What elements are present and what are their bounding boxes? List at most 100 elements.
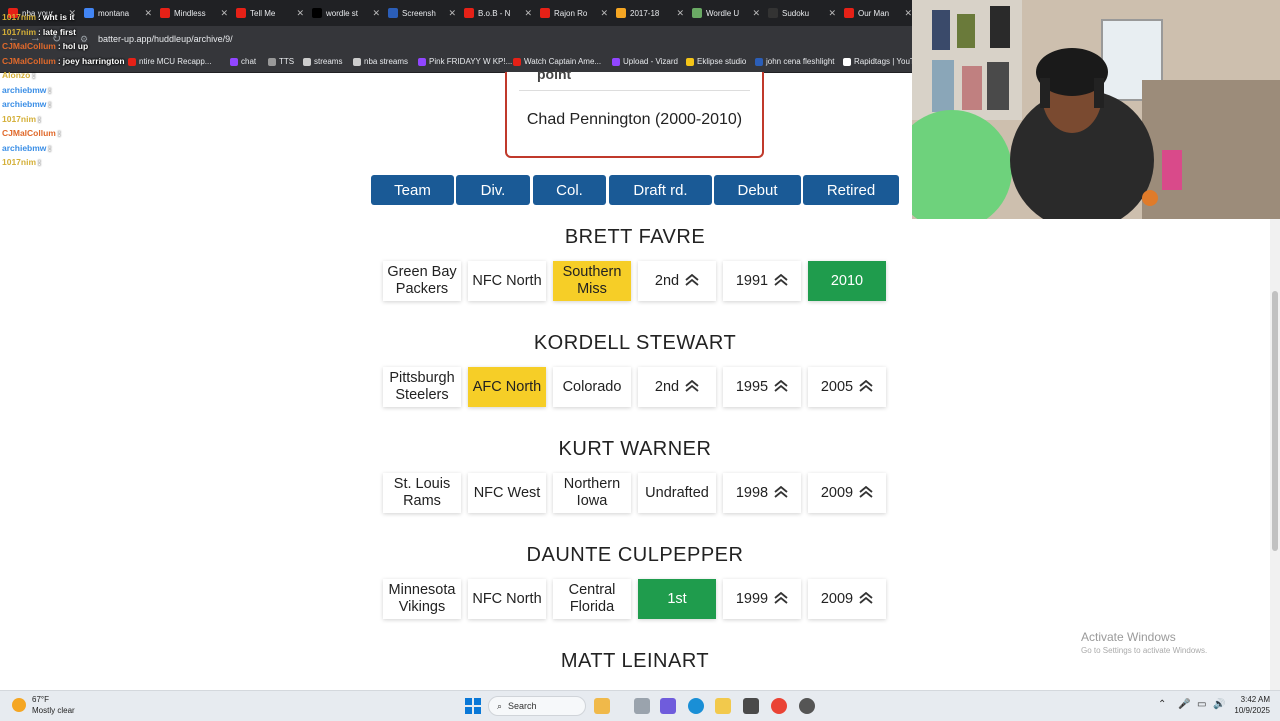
bookmark-item[interactable]: Watch Captain Ame...: [513, 57, 601, 66]
copilot-icon[interactable]: [660, 698, 676, 714]
chat-separator: :: [38, 157, 41, 167]
bookmark-icon: [230, 57, 238, 66]
activate-windows-title: Activate Windows: [1081, 630, 1176, 644]
bookmark-icon: [755, 57, 763, 66]
clock-date[interactable]: 10/9/2025: [1228, 706, 1270, 715]
windows-start-icon[interactable]: [465, 698, 481, 714]
chat-message: Alonzo:: [2, 70, 37, 80]
file-explorer-icon[interactable]: [715, 698, 731, 714]
chat-separator: :: [57, 128, 61, 138]
browser-tab[interactable]: B.o.B - N ✕: [460, 2, 536, 24]
chat-message: CJMalCollum: hol up: [2, 41, 88, 51]
bookmark-item[interactable]: Upload - Vizard: [612, 57, 678, 66]
browser-tab[interactable]: Tell Me ✕: [232, 2, 308, 24]
browser-tab[interactable]: montana ✕: [80, 2, 156, 24]
guess-cell: Undrafted: [638, 473, 716, 513]
guess-cell: 2005: [808, 367, 886, 407]
chat-username: CJMalCollum: [2, 55, 56, 66]
url-text[interactable]: batter-up.app/huddleup/archive/9/: [98, 34, 233, 44]
arrow-up-icon: [774, 379, 788, 396]
tab-favicon-icon: [312, 8, 322, 18]
guess-cell: 1998: [723, 473, 801, 513]
browser-tab[interactable]: Sudoku ✕: [764, 2, 840, 24]
bookmark-item[interactable]: Eklipse studio: [686, 57, 746, 66]
guess-cell: 2nd: [638, 261, 716, 301]
tab-close-icon[interactable]: ✕: [220, 8, 228, 19]
bookmark-label: nba streams: [364, 57, 409, 66]
chrome-icon[interactable]: [771, 698, 787, 714]
bookmark-item[interactable]: chat: [230, 57, 256, 66]
browser-tab[interactable]: Mindless ✕: [156, 2, 232, 24]
taskbar: 67°F Mostly clear ⌕ Search ⌃ 🎤 ▭ 🔊 3:42 …: [0, 690, 1280, 721]
guess-cell: 2010: [808, 261, 886, 301]
task-view-icon[interactable]: [634, 698, 650, 714]
widget-icon[interactable]: [594, 698, 610, 714]
microphone-icon[interactable]: 🎤: [1178, 699, 1190, 710]
tab-close-icon[interactable]: ✕: [372, 8, 380, 19]
guess-cell-text: 2nd: [654, 272, 680, 289]
chat-username: CJMalCollum: [2, 128, 56, 138]
scrollbar-thumb[interactable]: [1272, 291, 1278, 551]
guess-player-name: MATT LEINART: [560, 650, 710, 672]
tab-close-icon[interactable]: ✕: [676, 8, 684, 19]
browser-tab[interactable]: Screensh ✕: [384, 2, 460, 24]
bookmark-item[interactable]: Pink FRIDAYY W KP!...: [418, 57, 512, 66]
tab-close-icon[interactable]: ✕: [828, 8, 836, 19]
bookmark-item[interactable]: TTS: [268, 57, 294, 66]
browser-tab[interactable]: 2017-18 ✕: [612, 2, 688, 24]
bookmark-label: Eklipse studio: [697, 57, 747, 66]
guess-cell-text: Southern Miss: [562, 264, 622, 297]
bookmark-item[interactable]: Rapidtags | YouT: [843, 57, 915, 66]
tab-favicon-icon: [84, 8, 94, 18]
guess-player-name: DAUNTE CULPEPPER: [526, 544, 744, 566]
search-icon: ⌕: [497, 700, 503, 711]
guess-cell-text: Green Bay Packers: [387, 264, 457, 297]
tab-close-icon[interactable]: ✕: [600, 8, 608, 19]
browser-tab[interactable]: Our Man ✕: [840, 2, 916, 24]
tab-close-icon[interactable]: ✕: [752, 8, 760, 19]
tab-favicon-icon: [464, 8, 474, 18]
browser-tab[interactable]: Rajon Ro ✕: [536, 2, 612, 24]
network-icon[interactable]: ▭: [1197, 699, 1206, 710]
weather-icon[interactable]: [12, 698, 26, 712]
chat-message: CJMalCollum:: [2, 128, 63, 138]
volume-icon[interactable]: 🔊: [1213, 699, 1225, 710]
bookmark-item[interactable]: john cena fleshlight: [755, 57, 835, 66]
bookmark-item[interactable]: nba streams: [353, 57, 408, 66]
browser-tab[interactable]: wordle st ✕: [308, 2, 384, 24]
store-icon[interactable]: [743, 698, 759, 714]
browser-tab[interactable]: Wordle U ✕: [688, 2, 764, 24]
guess-cell: Central Florida: [553, 579, 631, 619]
bookmark-icon: [686, 57, 694, 66]
page-scrollbar[interactable]: [1270, 219, 1280, 690]
tab-favicon-icon: [388, 8, 398, 18]
clock-time[interactable]: 3:42 AM: [1232, 695, 1270, 704]
bookmark-label: TTS: [279, 57, 295, 66]
taskbar-search[interactable]: ⌕ Search: [488, 696, 586, 716]
column-header: Div.: [456, 175, 530, 205]
tab-close-icon[interactable]: ✕: [904, 8, 912, 19]
tab-close-icon[interactable]: ✕: [448, 8, 456, 19]
chat-message: CJMalCollum: joey harrington: [2, 56, 125, 66]
tab-close-icon[interactable]: ✕: [524, 8, 532, 19]
guess-cell: Minnesota Vikings: [383, 579, 461, 619]
weather-temp[interactable]: 67°F: [32, 695, 49, 704]
obs-icon[interactable]: [799, 698, 815, 714]
address-bar[interactable]: ← → ↻ ⚙ batter-up.app/huddleup/archive/9…: [0, 26, 912, 54]
chat-message: archiebmw:: [2, 85, 53, 95]
chat-message: 1017nim: wht is it: [2, 12, 75, 22]
answer-label: point: [537, 66, 572, 82]
guess-cell: 1999: [723, 579, 801, 619]
bookmark-label: Upload - Vizard: [623, 57, 678, 66]
tab-close-icon[interactable]: ✕: [296, 8, 304, 19]
bookmark-item[interactable]: ntire MCU Recapp...: [128, 57, 211, 66]
bookmark-label: streams: [314, 57, 343, 66]
tab-close-icon[interactable]: ✕: [144, 8, 152, 19]
weather-desc[interactable]: Mostly clear: [32, 706, 75, 715]
chat-text: joey harrington: [62, 55, 125, 66]
column-header: Team: [371, 175, 454, 205]
bookmark-item[interactable]: streams: [303, 57, 342, 66]
edge-icon[interactable]: [688, 698, 704, 714]
bookmark-icon: [513, 57, 521, 66]
tray-chevron-icon[interactable]: ⌃: [1158, 699, 1166, 710]
